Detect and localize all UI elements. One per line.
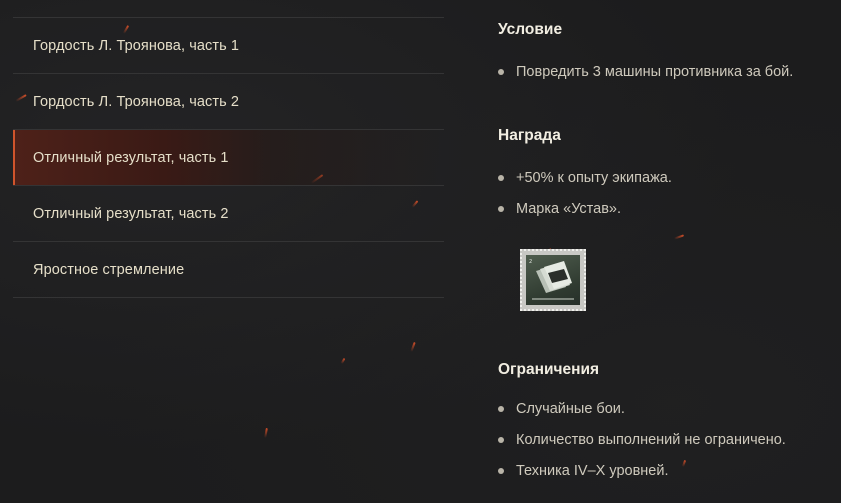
condition-title: Условие <box>498 21 563 38</box>
mission-item-active[interactable]: Отличный результат, часть 1 <box>13 130 444 186</box>
bullet-icon <box>498 437 504 443</box>
mission-item-label: Отличный результат, часть 2 <box>33 205 229 222</box>
reward-list: +50% к опыту экипажа. Марка «Устав». <box>498 168 838 219</box>
svg-text:2: 2 <box>529 259 532 265</box>
restriction-item: Техника IV–X уровней. <box>498 461 838 481</box>
mission-item-label: Гордость Л. Троянова, часть 1 <box>33 37 240 54</box>
bullet-icon <box>498 69 504 75</box>
reward-item: Марка «Устав». <box>498 199 838 219</box>
restriction-text: Случайные бои. <box>516 401 625 417</box>
mission-item-label: Отличный результат, часть 1 <box>33 149 229 166</box>
restriction-text: Количество выполнений не ограничено. <box>516 432 786 448</box>
restriction-text: Техника IV–X уровней. <box>516 463 669 479</box>
bullet-icon <box>498 175 504 181</box>
condition-list: Повредить 3 машины противника за бой. <box>498 62 838 82</box>
bullet-icon <box>498 406 504 412</box>
reward-text: Марка «Устав». <box>516 201 622 217</box>
reward-item: +50% к опыту экипажа. <box>498 168 838 188</box>
mission-item[interactable]: Гордость Л. Троянова, часть 1 <box>13 18 444 74</box>
regulations-stamp-icon[interactable]: 2 <box>520 249 586 311</box>
condition-text: Повредить 3 машины противника за бой. <box>516 64 794 80</box>
restriction-item: Случайные бои. <box>498 399 838 419</box>
reward-title: Награда <box>498 127 561 144</box>
reward-text: +50% к опыту экипажа. <box>516 170 672 186</box>
mission-item[interactable]: Гордость Л. Троянова, часть 2 <box>13 74 444 130</box>
stamp-image: 2 <box>526 255 580 305</box>
mission-list: Гордость Л. Троянова, часть 1 Гордость Л… <box>13 17 444 298</box>
mission-item[interactable]: Яростное стремление <box>13 242 444 298</box>
condition-item: Повредить 3 машины противника за бой. <box>498 62 838 82</box>
mission-item-label: Яростное стремление <box>33 261 185 278</box>
mission-item[interactable]: Отличный результат, часть 2 <box>13 186 444 242</box>
bullet-icon <box>498 206 504 212</box>
bullet-icon <box>498 468 504 474</box>
mission-item-label: Гордость Л. Троянова, часть 2 <box>33 93 240 110</box>
restrictions-title: Ограничения <box>498 361 600 378</box>
book-icon: 2 <box>529 259 574 300</box>
restriction-item: Количество выполнений не ограничено. <box>498 430 838 450</box>
restrictions-list: Случайные бои. Количество выполнений не … <box>498 399 838 481</box>
